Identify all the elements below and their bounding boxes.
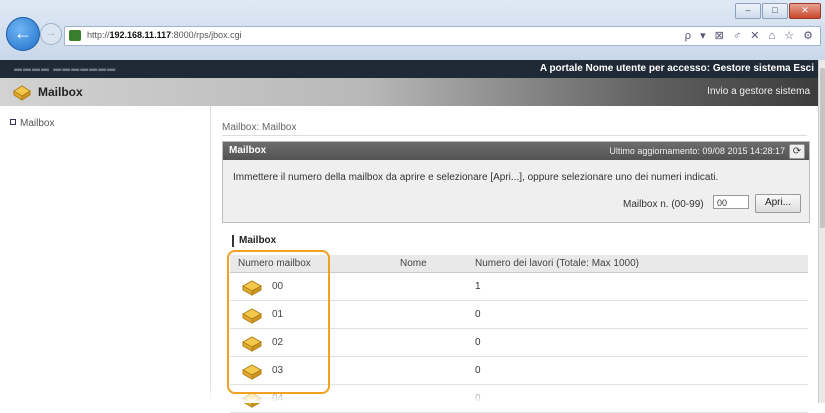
goto-admin-link[interactable]: Invio a gestore sistema [707, 86, 810, 97]
scrollbar-thumb[interactable] [820, 68, 825, 228]
back-arrow-icon[interactable]: ← [6, 17, 40, 51]
mailbox-icon [13, 85, 31, 101]
panel-header: Mailbox Ultimo aggiornamento: 09/08 2015… [223, 142, 809, 160]
mailbox-number-input[interactable]: 00 [713, 195, 749, 209]
address-bar[interactable]: http://192.168.11.117:8000/rps/jbox.cgi … [64, 26, 821, 46]
job-count: 1 [475, 281, 481, 292]
divider [222, 135, 807, 136]
mailbox-number-label: Mailbox n. (00-99) [623, 199, 704, 210]
column-header-jobs: Numero dei lavori (Totale: Max 1000) [475, 258, 639, 269]
last-updated: Ultimo aggiornamento: 09/08 2015 14:28:1… [609, 146, 785, 156]
sidebar: Mailbox [0, 106, 211, 403]
open-button[interactable]: Apri... [755, 194, 801, 213]
bottom-fade [0, 383, 818, 403]
close-icon[interactable]: ✕ [789, 3, 821, 19]
sidebar-item-mailbox[interactable]: Mailbox [10, 118, 54, 129]
mailbox-panel: Mailbox Ultimo aggiornamento: 09/08 2015… [222, 141, 810, 223]
job-count: 0 [475, 337, 481, 348]
sidebar-item-label: Mailbox [20, 118, 55, 129]
bullet-icon [10, 119, 16, 125]
portal-bar: ▬▬▬▬ ▬▬▬▬▬▬▬ A portale Nome utente per a… [0, 60, 818, 78]
browser-chrome: – □ ✕ ← → http://192.168.11.117:8000/rps… [0, 0, 825, 60]
column-header-name: Nome [400, 258, 427, 269]
highlight-frame [227, 250, 330, 394]
job-count: 0 [475, 365, 481, 376]
section-title: Mailbox [232, 235, 276, 247]
panel-title: Mailbox [229, 145, 267, 156]
url-text: http://192.168.11.117:8000/rps/jbox.cgi [87, 30, 242, 40]
browser-tools[interactable]: ρ ▾ ⊠ ♂ ✕ ⌂ ☆ ⚙ [685, 29, 816, 42]
window-controls: – □ ✕ [735, 3, 821, 19]
page-scrollbar[interactable] [818, 60, 825, 403]
page-title: Mailbox [38, 85, 83, 99]
job-count: 0 [475, 309, 481, 320]
portal-links[interactable]: A portale Nome utente per accesso: Gesto… [540, 63, 814, 74]
page-header: Mailbox Invio a gestore sistema [0, 78, 818, 106]
portal-brand: ▬▬▬▬ ▬▬▬▬▬▬▬ [14, 64, 117, 73]
site-icon [69, 30, 81, 41]
forward-arrow-icon[interactable]: → [40, 23, 62, 45]
instructions-text: Immettere il numero della mailbox da apr… [233, 172, 719, 183]
minimize-icon[interactable]: – [735, 3, 761, 19]
refresh-icon[interactable]: ⟳ [789, 144, 805, 159]
maximize-icon[interactable]: □ [762, 3, 788, 19]
breadcrumb: Mailbox: Mailbox [222, 122, 297, 133]
